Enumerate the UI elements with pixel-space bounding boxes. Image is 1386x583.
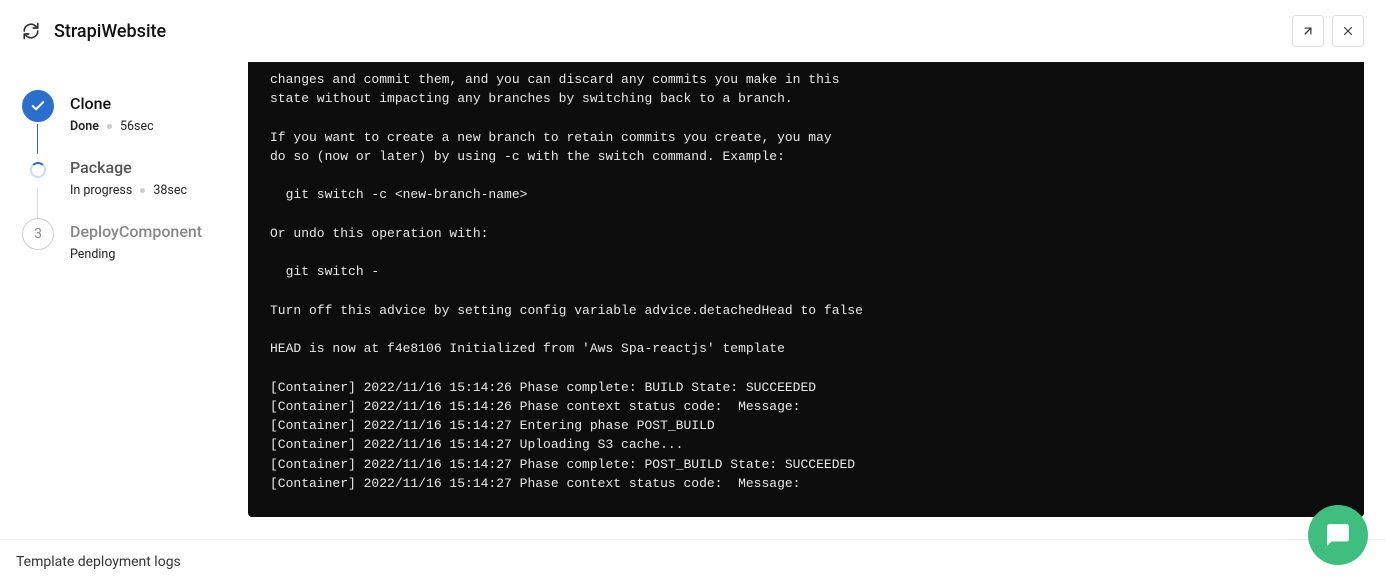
step-package[interactable]: Package In progress 38sec [22,154,248,218]
step-connector [37,124,38,154]
header-left: StrapiWebsite [22,21,166,42]
check-icon [22,90,54,122]
step-connector [37,188,38,218]
close-button[interactable] [1332,15,1364,47]
step-deploy[interactable]: 3 DeployComponent Pending [22,218,248,282]
steps-sidebar: Clone Done 56sec Package In p [0,62,248,539]
step-title: DeployComponent [70,222,202,241]
step-meta: In progress 38sec [70,183,187,198]
step-title: Clone [70,94,154,113]
step-title: Package [70,158,187,177]
footer: Template deployment logs [0,539,1386,583]
step-meta: Pending [70,247,202,262]
step-number-icon: 3 [22,218,54,250]
step-meta: Done 56sec [70,119,154,134]
console-output[interactable]: changes and commit them, and you can dis… [248,62,1364,517]
page-title: StrapiWebsite [54,21,166,42]
header-actions [1292,15,1364,47]
spinner-icon [22,154,54,186]
footer-label: Template deployment logs [16,554,181,570]
expand-button[interactable] [1292,15,1324,47]
header: StrapiWebsite [0,0,1386,62]
sync-icon [22,22,40,40]
step-clone[interactable]: Clone Done 56sec [22,90,248,154]
chat-button[interactable] [1308,505,1368,565]
console-wrap: changes and commit them, and you can dis… [248,62,1386,539]
body: Clone Done 56sec Package In p [0,62,1386,539]
